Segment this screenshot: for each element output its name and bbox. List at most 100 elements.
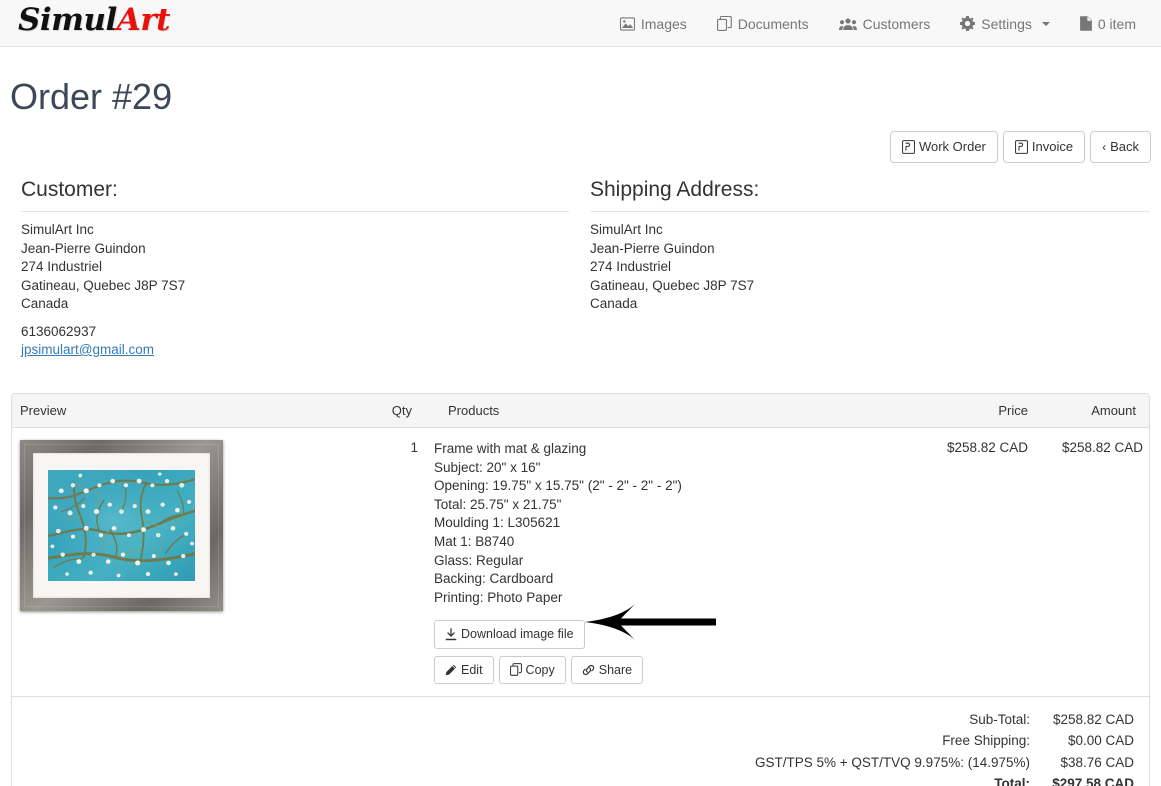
table-row: 1 Frame with mat & glazing Subject: 20" …: [12, 427, 1149, 697]
totals-row-shipping: Free Shipping: $0.00 CAD: [755, 730, 1134, 751]
copy-icon: [509, 663, 522, 677]
almond-blossom-painting: [48, 470, 195, 581]
download-button-wrap: Download image file: [434, 620, 898, 649]
copy-button[interactable]: Copy: [498, 655, 566, 684]
row-products: Frame with mat & glazing Subject: 20" x …: [426, 427, 906, 697]
nav-item-cart-label: 0 item: [1097, 15, 1136, 32]
nav-item-images-label: Images: [640, 15, 687, 32]
order-items-table: Preview Qty Products Price Amount 1 Fram…: [12, 394, 1149, 697]
artwork-canvas: [48, 470, 195, 581]
total-value: $297.58 CAD: [1052, 776, 1134, 786]
table-body: 1 Frame with mat & glazing Subject: 20" …: [12, 427, 1149, 697]
customer-line: Jean-Pierre Guindon: [21, 240, 146, 256]
table-header-row: Preview Qty Products Price Amount: [12, 394, 1149, 428]
brand-logo-part1: Simul: [18, 2, 117, 38]
tax-label: GST/TPS 5% + QST/TVQ 9.975%: (14.975%): [755, 754, 1030, 770]
nav-item-images[interactable]: Images: [605, 3, 702, 44]
order-items-panel: Preview Qty Products Price Amount 1 Fram…: [11, 393, 1150, 786]
column-header-price: Price: [906, 394, 1036, 428]
share-button-label: Share: [598, 662, 633, 677]
customer-line: 274 Industriel: [21, 259, 103, 274]
customer-section: Customer: SimulArt Inc Jean-Pierre Guind…: [21, 178, 569, 360]
download-icon: [445, 628, 457, 641]
invoice-button[interactable]: Invoice: [1002, 131, 1086, 163]
nav-item-documents-label: Documents: [737, 15, 809, 32]
shipping-value: $0.00 CAD: [1067, 733, 1134, 749]
product-line: Total: 25.75" x 21.75": [434, 496, 562, 512]
row-qty: 1: [364, 427, 426, 697]
nav-links: Images Documents Customers Settings 0 it…: [605, 0, 1151, 46]
product-line: Printing: Photo Paper: [434, 589, 563, 605]
product-line: Frame with mat & glazing: [434, 441, 587, 456]
shipping-label: Free Shipping:: [942, 733, 1030, 749]
page-action-buttons: Work Order Invoice ‹ Back: [889, 131, 1151, 163]
artwork-mat: [33, 453, 210, 598]
order-detail-page: SimulArt Images Documents Customers Sett…: [0, 0, 1161, 786]
customer-address: SimulArt Inc Jean-Pierre Guindon 274 Ind…: [21, 221, 569, 360]
shipping-address: SimulArt Inc Jean-Pierre Guindon 274 Ind…: [590, 221, 1150, 314]
row-price: $258.82 CAD: [906, 427, 1036, 697]
customers-icon: [838, 17, 857, 31]
work-order-button[interactable]: Work Order: [889, 131, 998, 163]
shipping-line: SimulArt Inc: [590, 222, 663, 237]
shipping-line: Jean-Pierre Guindon: [590, 240, 715, 256]
product-line: Glass: Regular: [434, 552, 524, 568]
product-line: Moulding 1: L305621: [434, 515, 561, 531]
file-icon: [1079, 16, 1092, 31]
nav-item-documents[interactable]: Documents: [702, 2, 824, 44]
pencil-icon: [445, 664, 457, 676]
column-header-amount: Amount: [1036, 394, 1149, 428]
shipping-line: 274 Industriel: [590, 259, 672, 274]
shipping-line: Gatineau, Quebec J8P 7S7: [590, 277, 755, 293]
nav-item-customers[interactable]: Customers: [824, 3, 946, 44]
customer-email-link[interactable]: jpsimulart@gmail.com: [21, 341, 569, 360]
customer-line: SimulArt Inc: [21, 222, 94, 237]
nav-item-cart[interactable]: 0 item: [1065, 2, 1151, 44]
totals-section: Sub-Total: $258.82 CAD Free Shipping: $0…: [12, 697, 1149, 786]
subtotal-value: $258.82 CAD: [1052, 711, 1134, 727]
share-button[interactable]: Share: [570, 655, 644, 684]
row-action-buttons: Edit Copy Share: [434, 655, 898, 684]
customer-heading: Customer:: [21, 178, 569, 212]
link-icon: [582, 664, 595, 676]
totals-row-total: Total: $297.58 CAD: [755, 773, 1134, 786]
totals-row-tax: GST/TPS 5% + QST/TVQ 9.975%: (14.975%) $…: [755, 752, 1134, 773]
back-button-label: Back: [1110, 139, 1139, 154]
table-head: Preview Qty Products Price Amount: [12, 394, 1149, 428]
preview-cell: [12, 427, 364, 697]
nav-item-settings[interactable]: Settings: [945, 2, 1065, 44]
framed-artwork-preview[interactable]: [20, 440, 223, 611]
page-title: Order #29: [10, 76, 173, 117]
copy-button-label: Copy: [525, 662, 555, 677]
invoice-button-label: Invoice: [1031, 139, 1074, 154]
shipping-line: Canada: [590, 296, 638, 311]
total-label: Total:: [994, 776, 1030, 786]
totals-table: Sub-Total: $258.82 CAD Free Shipping: $0…: [755, 709, 1134, 786]
pdf-file-icon: [1014, 139, 1028, 154]
customer-line: Canada: [21, 296, 69, 311]
pdf-file-icon: [901, 139, 915, 154]
brand-logo-part2: Art: [116, 2, 171, 38]
column-header-qty: Qty: [364, 394, 426, 428]
customer-phone: 6136062937: [21, 323, 97, 339]
edit-button[interactable]: Edit: [434, 655, 494, 684]
nav-item-settings-label: Settings: [981, 15, 1032, 32]
brand-logo[interactable]: SimulArt: [18, 2, 171, 38]
row-amount: $258.82 CAD: [1036, 427, 1149, 697]
product-line: Backing: Cardboard: [434, 571, 554, 587]
download-image-file-button[interactable]: Download image file: [434, 620, 585, 649]
customer-line: Gatineau, Quebec J8P 7S7: [21, 277, 186, 293]
chevron-down-icon: [1041, 21, 1050, 26]
edit-button-label: Edit: [461, 662, 483, 677]
totals-row-subtotal: Sub-Total: $258.82 CAD: [755, 709, 1134, 730]
subtotal-label: Sub-Total:: [969, 711, 1030, 727]
product-line: Subject: 20" x 16": [434, 459, 541, 475]
product-line: Mat 1: B8740: [434, 533, 515, 549]
gear-icon: [960, 16, 976, 31]
image-icon: [619, 16, 635, 31]
tax-value: $38.76 CAD: [1060, 754, 1134, 770]
column-header-preview: Preview: [12, 394, 364, 428]
top-navbar: SimulArt Images Documents Customers Sett…: [0, 0, 1161, 47]
back-button[interactable]: ‹ Back: [1090, 131, 1151, 163]
